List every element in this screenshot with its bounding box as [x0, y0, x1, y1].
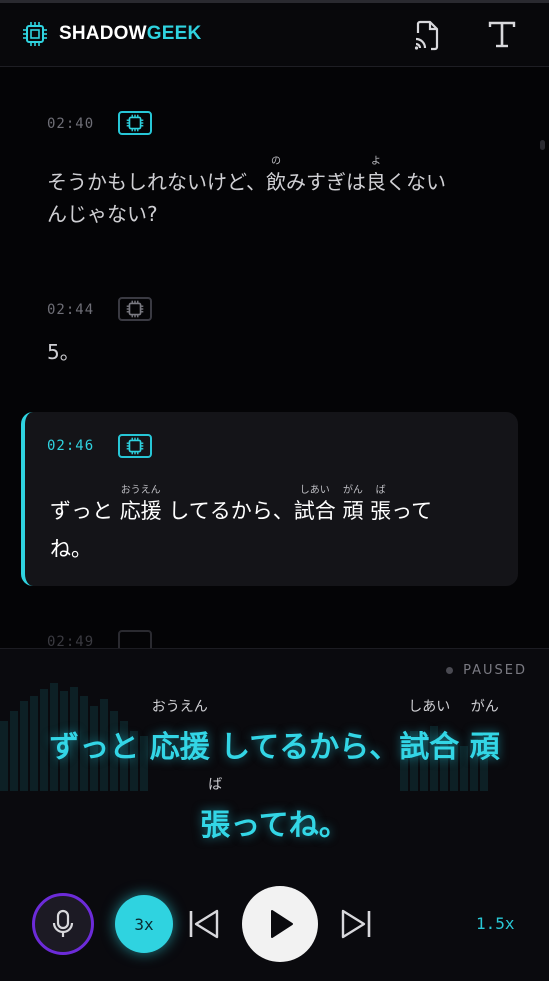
now-playing-line-2: ば張ってね。 [0, 777, 549, 844]
ruby-word: しあい 試合 [294, 485, 336, 530]
play-icon [271, 910, 293, 938]
timestamp: 02:44 [47, 302, 95, 318]
repeat-count-button[interactable]: 3x [115, 895, 173, 953]
furigana: ば [375, 485, 386, 496]
text-size-icon[interactable] [487, 19, 517, 51]
scrollbar[interactable] [540, 140, 545, 150]
text: ずっと [49, 730, 150, 765]
brand-part-2: GEEK [146, 23, 202, 44]
timestamp: 02:40 [47, 116, 95, 132]
furigana: よ [371, 156, 381, 167]
ruby-word: の飲 [266, 156, 286, 198]
transcript-line-active[interactable]: ずっと おうえん 応援 してるから、 しあい 試合 がん頑 ば張って ね。 [50, 485, 510, 568]
status-label: PAUSED [463, 663, 527, 678]
furigana: がん [470, 699, 499, 715]
kanji: 試合 [399, 730, 460, 765]
text: くない [386, 170, 446, 194]
ruby-word: よ良 [366, 156, 386, 198]
skip-next-icon[interactable] [338, 905, 374, 943]
record-button[interactable] [32, 893, 94, 955]
timestamp: 02:46 [47, 438, 95, 454]
microphone-icon [52, 909, 74, 937]
skip-previous-icon[interactable] [186, 905, 222, 943]
brand-part-1: SHADOW [59, 23, 147, 44]
play-button[interactable] [242, 886, 318, 962]
ruby-word: しあい 試合 [399, 699, 460, 766]
text: してるから、 [220, 730, 400, 765]
kanji: 頑 [469, 730, 500, 765]
furigana: しあい [408, 699, 451, 715]
text: ね。 [50, 537, 92, 561]
chip-icon [126, 437, 144, 455]
chip-icon [23, 22, 47, 46]
ruby-word: がん頑 [469, 699, 500, 766]
text: みすぎは [286, 170, 366, 194]
app-header: SHADOWGEEK [0, 3, 549, 67]
ruby-word: おうえん 応援 [149, 699, 210, 766]
transcript-line[interactable]: 5。 [47, 336, 80, 368]
ai-badge[interactable] [118, 111, 152, 135]
kanji: 張 [200, 808, 231, 843]
playback-status: PAUSED [446, 663, 527, 678]
chip-icon [126, 114, 144, 132]
furigana: しあい [299, 485, 330, 496]
now-playing-line-1: ずっと おうえん応援 してるから、 しあい試合 がん頑 [0, 699, 549, 766]
text: って [391, 499, 433, 523]
text: してるから、 [168, 499, 294, 523]
ruby-word: おうえん 応援 [120, 485, 162, 530]
text: ってね。 [230, 808, 349, 843]
brand-title: SHADOWGEEK [59, 23, 201, 45]
ai-badge[interactable] [118, 297, 152, 321]
ruby-word: がん頑 [342, 485, 363, 530]
status-dot [446, 667, 454, 674]
furigana: がん [342, 485, 363, 496]
playback-speed-button[interactable]: 1.5x [476, 914, 515, 933]
kanji: 応援 [149, 730, 210, 765]
furigana: おうえん [120, 485, 161, 496]
ruby-word: ば張 [370, 485, 391, 530]
text: ずっと [50, 499, 120, 523]
furigana: ば [208, 777, 223, 793]
ruby-word: ば張 [200, 777, 231, 844]
chip-icon [126, 300, 144, 318]
furigana: の [271, 156, 281, 167]
text: んじゃない? [47, 202, 158, 226]
transcript-line[interactable]: そうかもしれないけど、の飲みすぎはよ良くない んじゃない? [47, 156, 517, 230]
ai-badge[interactable] [118, 434, 152, 458]
furigana: おうえん [151, 699, 208, 715]
cast-icon[interactable] [412, 19, 442, 51]
text: そうかもしれないけど、 [47, 170, 266, 194]
